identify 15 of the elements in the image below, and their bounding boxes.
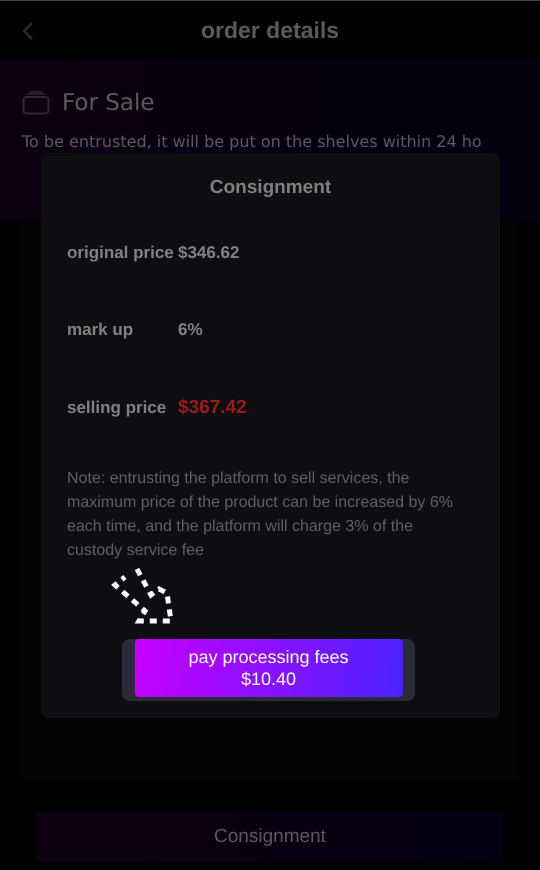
price-label: mark up	[67, 320, 134, 340]
back-icon[interactable]	[22, 21, 34, 41]
note-text: Note: entrusting the platform to sell services, the maximum price of the product can be increased by 6% each time, and the platform will charge 3% of the custody service fee	[67, 469, 454, 561]
pay-button[interactable]: pay processing fees $10.40	[134, 639, 402, 697]
price-label: original price	[67, 243, 175, 263]
price-value: $367.42	[178, 397, 247, 419]
box-icon	[22, 91, 50, 115]
status-description: To be entrusted, it will be put on the shelves within 24 ho	[22, 131, 483, 153]
status-title: For Sale	[62, 90, 154, 116]
price-label: selling price	[67, 398, 168, 418]
dialog-title: Consignment	[208, 177, 332, 199]
price-value: $346.62	[178, 243, 240, 263]
consignment-button[interactable]: Consignment	[37, 812, 503, 862]
page-title: order details	[200, 17, 340, 44]
price-value: 6%	[178, 320, 203, 340]
